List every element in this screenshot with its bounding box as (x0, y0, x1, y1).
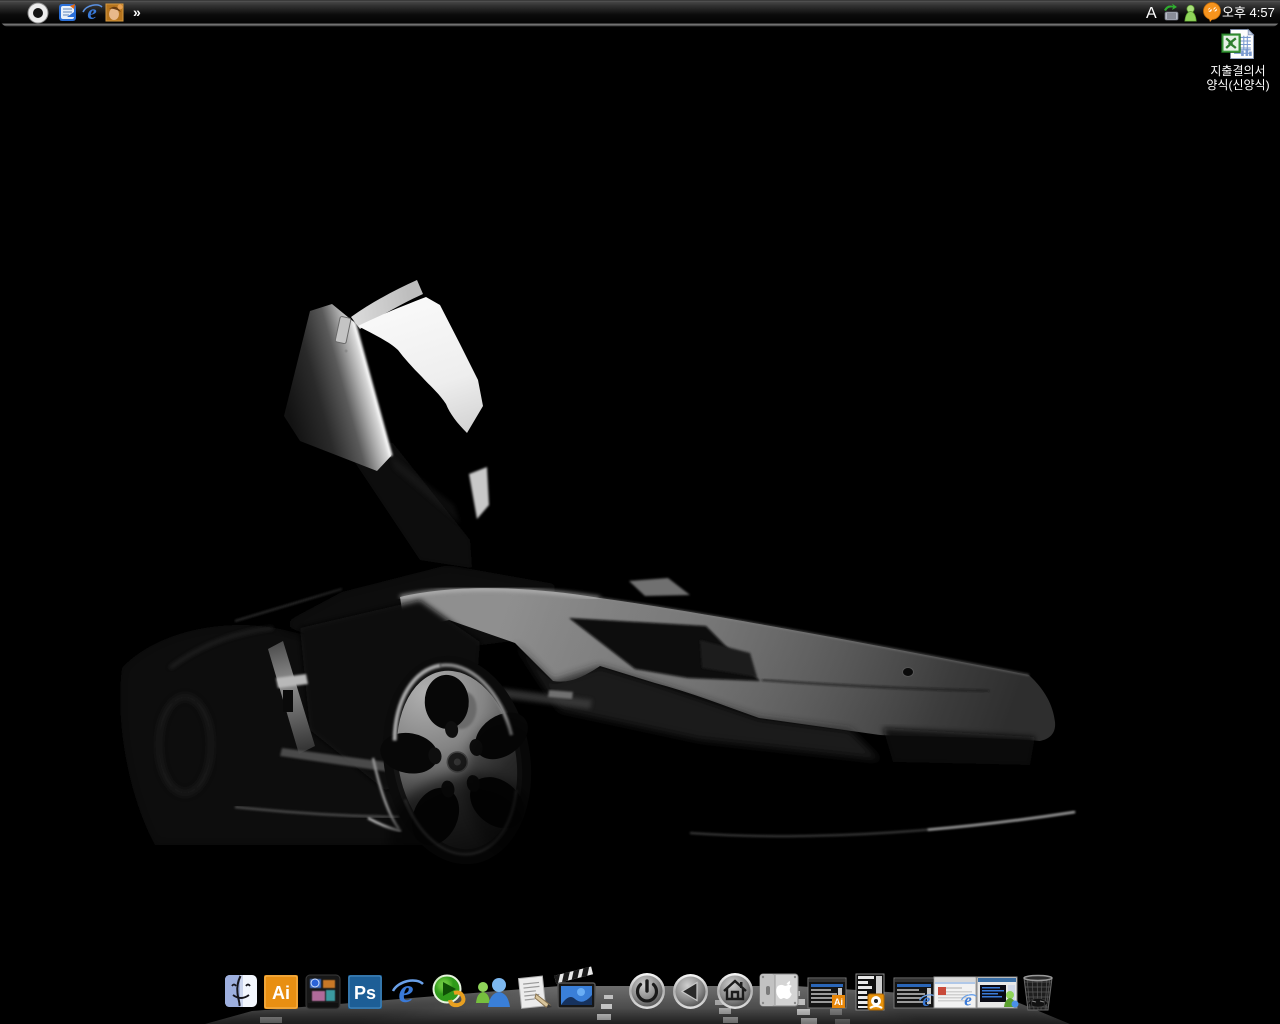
svg-text:A: A (1146, 5, 1157, 22)
svg-text:오후 4:57: 오후 4:57 (1222, 5, 1275, 20)
svg-text:e: e (87, 0, 96, 24)
svg-text:»: » (133, 4, 141, 20)
